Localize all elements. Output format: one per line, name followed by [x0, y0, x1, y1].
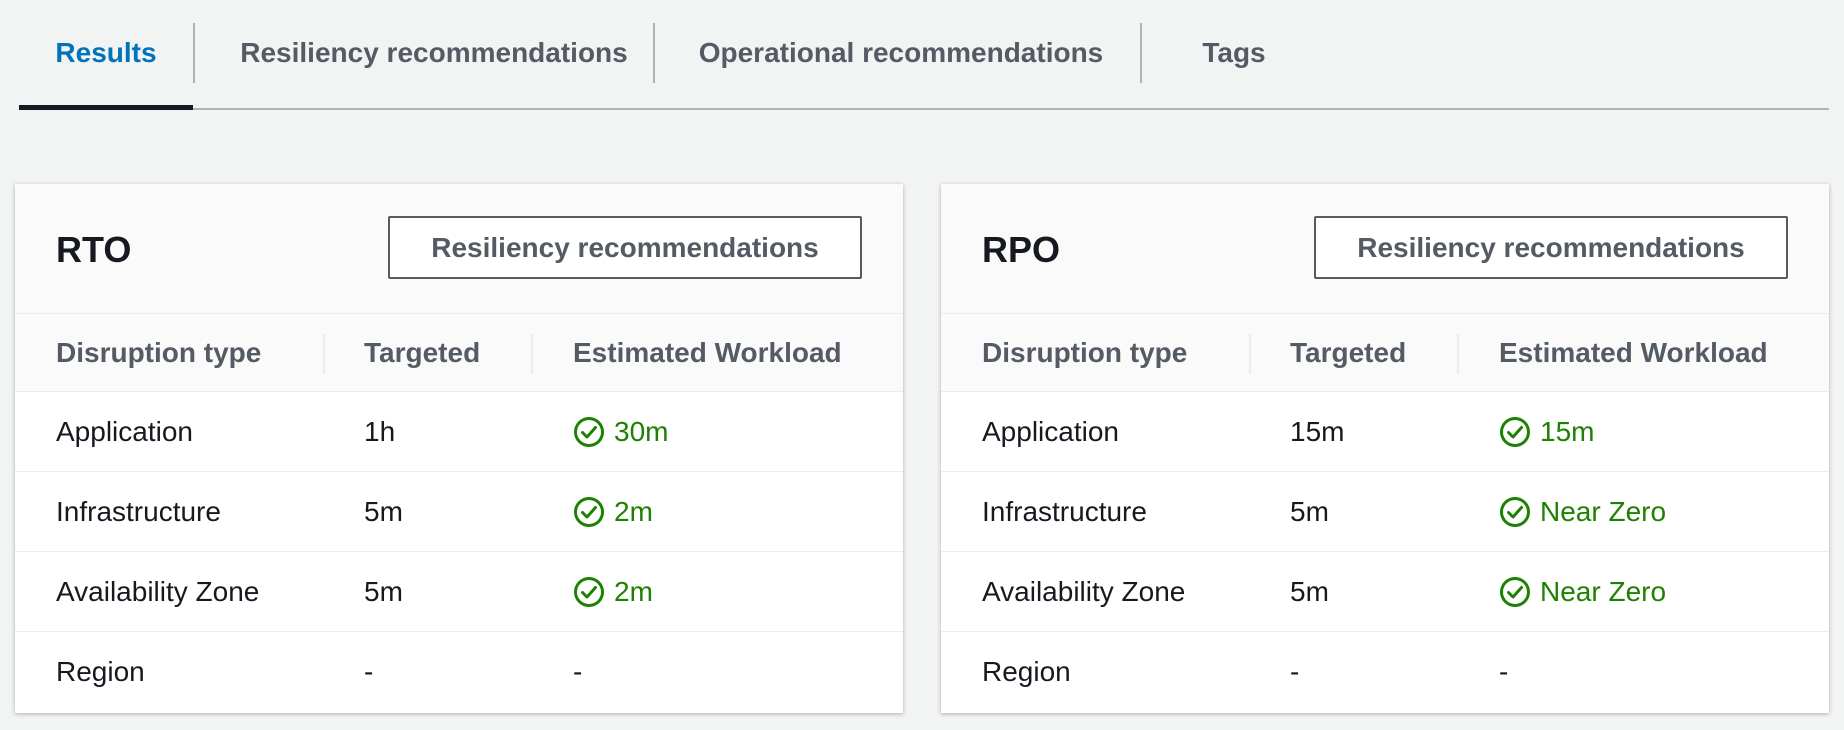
table-row: Region - -	[15, 632, 903, 712]
estimated-workload-cell: Near Zero	[1499, 472, 1666, 552]
disruption-type-cell: Infrastructure	[982, 496, 1147, 527]
table-row: Availability Zone 5m 2m	[15, 552, 903, 632]
table-header: Disruption type Targeted Estimated Workl…	[941, 314, 1829, 392]
table-row: Application 15m 15m	[941, 392, 1829, 472]
rpo-panel: RPO Resiliency recommendations Disruptio…	[941, 184, 1829, 713]
panel-title: RTO	[56, 229, 132, 270]
targeted-cell: 1h	[364, 416, 396, 447]
check-circle-icon	[1500, 417, 1530, 447]
tab-results[interactable]: Results	[19, 0, 193, 110]
targeted-cell: 5m	[1290, 576, 1329, 607]
check-circle-icon	[1500, 497, 1530, 527]
check-circle-icon	[574, 577, 604, 607]
estimated-workload-value: 30m	[614, 416, 669, 447]
column-header-targeted[interactable]: Targeted	[364, 314, 480, 392]
resiliency-recommendations-button[interactable]: Resiliency recommendations	[1314, 216, 1788, 279]
disruption-type-cell: Region	[982, 656, 1071, 687]
table-row: Region - -	[941, 632, 1829, 712]
panel-header: RTO Resiliency recommendations	[15, 184, 903, 314]
column-header-estimated-workload[interactable]: Estimated Workload	[1499, 314, 1768, 392]
estimated-workload-cell: Near Zero	[1499, 552, 1666, 632]
estimated-workload-cell: 15m	[1499, 392, 1594, 472]
active-tab-indicator	[19, 105, 193, 110]
table-row: Infrastructure 5m 2m	[15, 472, 903, 552]
column-divider	[1457, 334, 1459, 374]
disruption-type-cell: Region	[56, 656, 145, 687]
estimated-workload-value: Near Zero	[1540, 576, 1667, 607]
estimated-workload-cell: 30m	[573, 392, 668, 472]
estimated-workload-cell: 2m	[573, 472, 653, 552]
targeted-cell: 5m	[364, 576, 403, 607]
resiliency-recommendations-button[interactable]: Resiliency recommendations	[388, 216, 862, 279]
disruption-type-cell: Application	[982, 416, 1119, 447]
column-divider	[531, 334, 533, 374]
estimated-workload-cell: -	[573, 656, 583, 687]
table-row: Availability Zone 5m Near Zero	[941, 552, 1829, 632]
estimated-workload-cell: -	[1499, 656, 1509, 687]
panel-header: RPO Resiliency recommendations	[941, 184, 1829, 314]
check-circle-icon	[574, 497, 604, 527]
column-header-targeted[interactable]: Targeted	[1290, 314, 1406, 392]
targeted-cell: 15m	[1290, 416, 1345, 447]
table-row: Infrastructure 5m Near Zero	[941, 472, 1829, 552]
disruption-type-cell: Application	[56, 416, 193, 447]
targeted-cell: 5m	[1290, 496, 1329, 527]
tab-bar: Results Resiliency recommendations Opera…	[19, 0, 1829, 110]
disruption-type-cell: Availability Zone	[56, 576, 260, 607]
disruption-type-cell: Availability Zone	[982, 576, 1186, 607]
column-divider	[323, 334, 325, 374]
estimated-workload-value: 2m	[614, 576, 653, 607]
column-header-disruption-type[interactable]: Disruption type	[56, 314, 261, 392]
disruption-type-cell: Infrastructure	[56, 496, 221, 527]
panel-title: RPO	[982, 229, 1061, 270]
targeted-cell: -	[1290, 656, 1300, 687]
check-circle-icon	[1500, 577, 1530, 607]
column-divider	[1249, 334, 1251, 374]
rto-panel: RTO Resiliency recommendations Disruptio…	[15, 184, 903, 713]
estimated-workload-value: 2m	[614, 496, 653, 527]
targeted-cell: 5m	[364, 496, 403, 527]
estimated-workload-cell: 2m	[573, 552, 653, 632]
column-header-estimated-workload[interactable]: Estimated Workload	[573, 314, 842, 392]
table-row: Application 1h 30m	[15, 392, 903, 472]
targeted-cell: -	[364, 656, 374, 687]
estimated-workload-value: Near Zero	[1540, 496, 1667, 527]
tab-operational-recommendations[interactable]: Operational recommendations	[655, 0, 1147, 110]
tab-tags[interactable]: Tags	[1142, 0, 1326, 110]
estimated-workload-value: 15m	[1540, 416, 1595, 447]
column-header-disruption-type[interactable]: Disruption type	[982, 314, 1187, 392]
tab-resiliency-recommendations[interactable]: Resiliency recommendations	[195, 0, 673, 110]
table-header: Disruption type Targeted Estimated Workl…	[15, 314, 903, 392]
check-circle-icon	[574, 417, 604, 447]
